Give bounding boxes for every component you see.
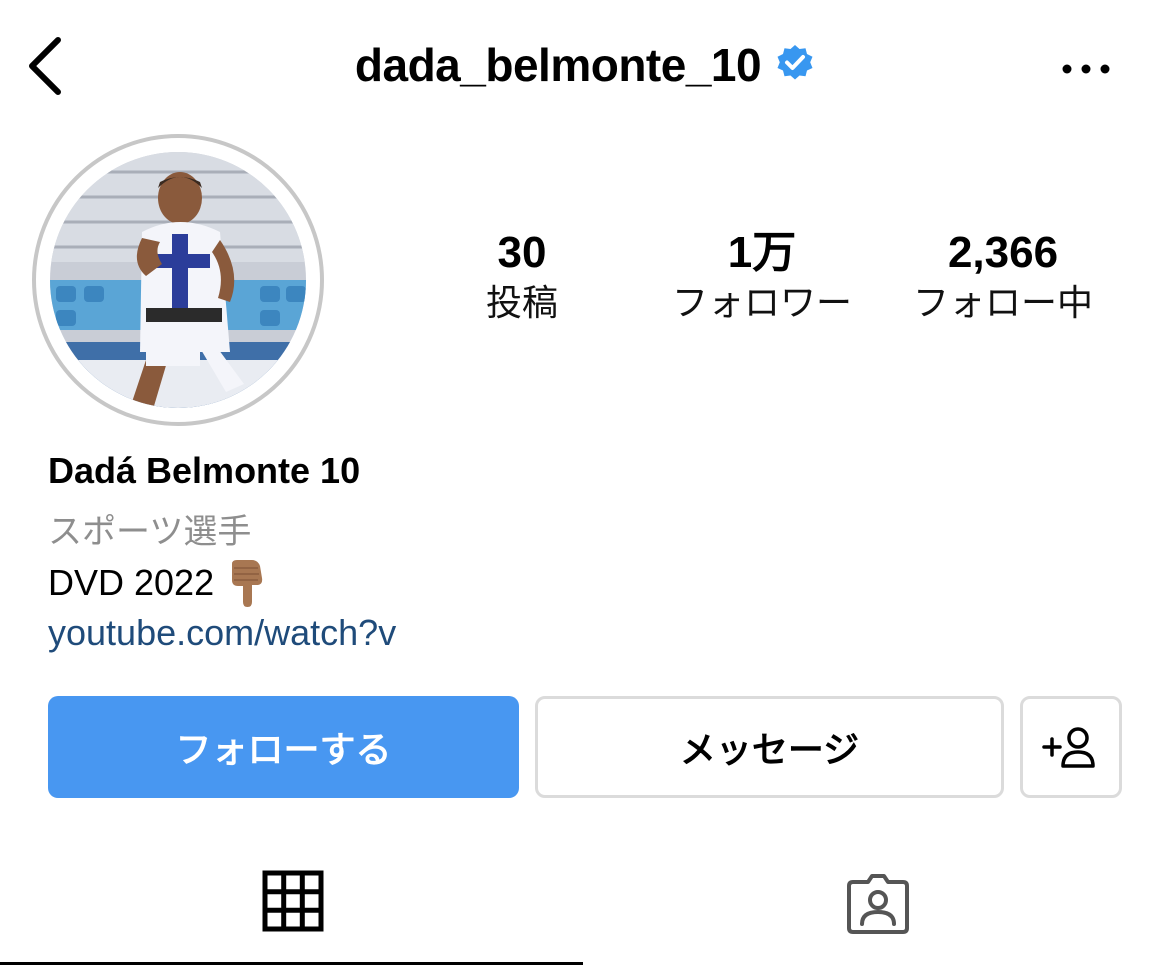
posts-number: 30 — [497, 228, 547, 277]
profile-header: dada_belmonte_10 — [0, 0, 1170, 130]
avatar[interactable] — [50, 152, 306, 408]
category-label: スポーツ選手 — [48, 512, 252, 552]
followers-number: 1万 — [727, 228, 797, 277]
tab-tagged[interactable] — [585, 860, 1170, 965]
followers-label: フォロワー — [671, 283, 852, 324]
bio-text: DVD 2022 — [48, 562, 215, 603]
backhand-index-pointing-down-icon — [232, 560, 263, 607]
suggest-users-button[interactable] — [1020, 696, 1122, 798]
profile-link[interactable]: youtube.com/watch?v — [48, 612, 396, 654]
verified-badge-icon — [777, 45, 813, 80]
more-horizontal-icon — [1062, 64, 1110, 74]
follow-button[interactable]: フォローする — [48, 696, 519, 798]
message-button[interactable]: メッセージ — [535, 696, 1004, 798]
more-options-button[interactable] — [1058, 54, 1114, 84]
username: dada_belmonte_10 — [354, 39, 762, 91]
username-row: dada_belmonte_10 — [0, 38, 1170, 92]
grid-icon — [262, 870, 323, 932]
following-label: フォロー中 — [912, 283, 1093, 324]
bio: DVD 2022 — [48, 558, 268, 608]
profile-photo — [50, 152, 306, 408]
display-name: Dadá Belmonte 10 — [48, 450, 361, 491]
following-number: 2,366 — [947, 228, 1059, 277]
following-count[interactable]: 2,366 フォロー中 — [900, 226, 1106, 328]
posts-label: 投稿 — [485, 283, 558, 324]
posts-count: 30 投稿 — [452, 226, 592, 328]
tagged-person-icon — [846, 874, 909, 934]
tab-posts-grid[interactable] — [0, 860, 585, 965]
followers-count[interactable]: 1万 フォロワー — [660, 226, 864, 328]
add-person-icon — [1042, 727, 1095, 768]
